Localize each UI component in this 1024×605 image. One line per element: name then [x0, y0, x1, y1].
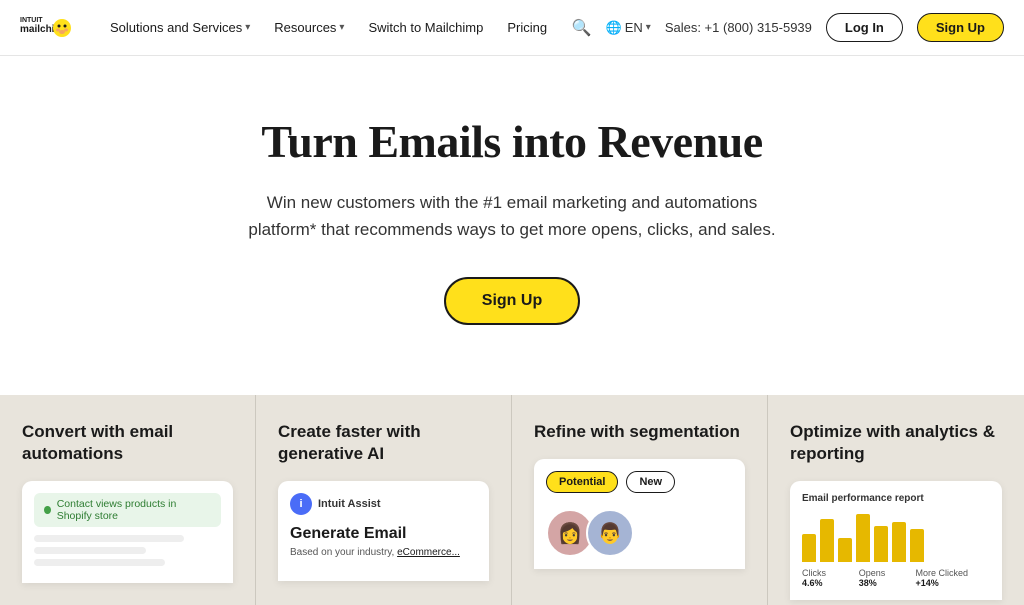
logo[interactable]: INTUIT mailchimp — [20, 10, 72, 46]
feature-automations-title: Convert with email automations — [22, 421, 233, 465]
status-dot — [44, 506, 51, 514]
segmentation-chips: Potential New — [546, 471, 733, 493]
bar — [856, 514, 870, 562]
nav-resources-label: Resources — [274, 20, 336, 35]
feature-automations-card: Convert with email automations Contact v… — [0, 395, 256, 605]
nav-switch-link[interactable]: Switch to Mailchimp — [358, 14, 493, 41]
avatar-group: 👩 👨 — [546, 509, 733, 557]
feature-analytics-title: Optimize with analytics & reporting — [790, 421, 1002, 465]
nav-pricing-label: Pricing — [507, 20, 547, 35]
ai-badge-label: Intuit Assist — [318, 498, 381, 510]
bar-chart — [802, 512, 990, 562]
nav-solutions-label: Solutions and Services — [110, 20, 242, 35]
mailchimp-logo-svg: INTUIT mailchimp — [20, 10, 72, 46]
nav-links: Solutions and Services ▾ Resources ▾ Swi… — [100, 14, 572, 41]
report-label: Email performance report — [802, 493, 990, 504]
feature-ai-card: Create faster with generative AI i Intui… — [256, 395, 512, 605]
globe-icon: 🌐 — [606, 20, 622, 36]
automation-line-2 — [34, 547, 146, 554]
nav-pricing-link[interactable]: Pricing — [497, 14, 557, 41]
hero-title: Turn Emails into Revenue — [261, 116, 762, 169]
nav-solutions-link[interactable]: Solutions and Services ▾ — [100, 14, 260, 41]
features-section: Convert with email automations Contact v… — [0, 395, 1024, 605]
phone-number: Sales: +1 (800) 315-5939 — [665, 20, 812, 35]
feature-analytics-preview: Email performance report Clicks 4.6% Open… — [790, 481, 1002, 600]
bar — [910, 529, 924, 563]
new-chip: New — [626, 471, 675, 493]
metric-item: Clicks 4.6% — [802, 568, 847, 588]
bar — [838, 538, 852, 562]
bar — [802, 534, 816, 563]
automation-pill-text: Contact views products in Shopify store — [57, 498, 211, 522]
avatar-2: 👨 — [586, 509, 634, 557]
hero-section: Turn Emails into Revenue Win new custome… — [0, 56, 1024, 395]
nav-right: 🔍 🌐 EN ▾ Sales: +1 (800) 315-5939 Log In… — [572, 13, 1004, 42]
login-button[interactable]: Log In — [826, 13, 903, 42]
metrics-row: Clicks 4.6% Opens 38% More Clicked +14% — [802, 568, 990, 588]
automation-line-3 — [34, 559, 165, 566]
feature-segmentation-card: Refine with segmentation Potential New 👩… — [512, 395, 768, 605]
feature-ai-title: Create faster with generative AI — [278, 421, 489, 465]
feature-automations-preview: Contact views products in Shopify store — [22, 481, 233, 583]
chevron-down-icon: ▾ — [646, 22, 651, 33]
generate-email-title: Generate Email — [290, 525, 477, 543]
potential-chip: Potential — [546, 471, 618, 493]
navigation: INTUIT mailchimp Solutions and Services … — [0, 0, 1024, 56]
search-icon: 🔍 — [572, 18, 592, 38]
search-button[interactable]: 🔍 — [572, 18, 592, 38]
nav-resources-link[interactable]: Resources ▾ — [264, 14, 354, 41]
lang-label: EN — [625, 20, 643, 35]
signup-button-nav[interactable]: Sign Up — [917, 13, 1004, 42]
svg-text:INTUIT: INTUIT — [20, 17, 43, 24]
feature-segmentation-title: Refine with segmentation — [534, 421, 745, 443]
generate-email-subtitle: Based on your industry, eCommerce... — [290, 547, 477, 558]
bar — [892, 522, 906, 562]
feature-ai-preview: i Intuit Assist Generate Email Based on … — [278, 481, 489, 581]
feature-analytics-card: Optimize with analytics & reporting Emai… — [768, 395, 1024, 605]
metric-item: More Clicked +14% — [916, 568, 991, 588]
metric-item: Opens 38% — [859, 568, 904, 588]
feature-segmentation-preview: Potential New 👩 👨 — [534, 459, 745, 569]
ai-badge-header: i Intuit Assist — [290, 493, 477, 515]
nav-switch-label: Switch to Mailchimp — [368, 20, 483, 35]
hero-subtitle: Win new customers with the #1 email mark… — [242, 189, 782, 243]
chevron-down-icon: ▾ — [245, 22, 250, 33]
automation-pill: Contact views products in Shopify store — [34, 493, 221, 527]
language-selector[interactable]: 🌐 EN ▾ — [606, 20, 651, 36]
chevron-down-icon: ▾ — [339, 22, 344, 33]
bar — [820, 519, 834, 562]
hero-signup-button[interactable]: Sign Up — [444, 277, 580, 325]
bar — [874, 526, 888, 562]
intuit-assist-icon: i — [290, 493, 312, 515]
